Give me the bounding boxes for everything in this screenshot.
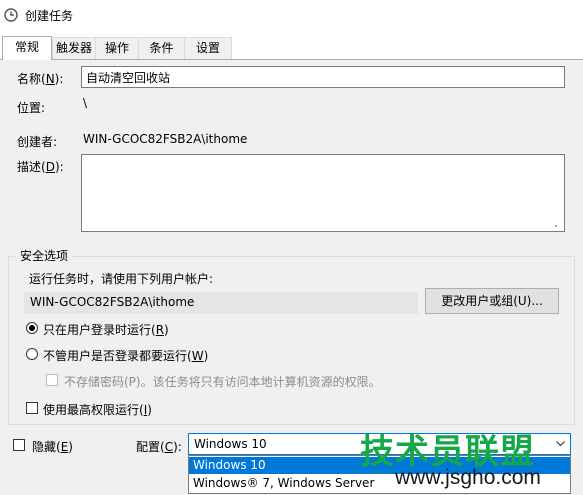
run-highest-privileges-checkbox[interactable] bbox=[26, 402, 38, 414]
do-not-store-password-label: 不存储密码(P)。该任务将只有访问本地计算机资源的权限。 bbox=[64, 375, 381, 389]
description-label: 描述(D): bbox=[17, 160, 64, 174]
radio-run-only-logged-on-label: 只在用户登录时运行(R) bbox=[43, 323, 169, 337]
watermark-url: www.jsgho.com bbox=[395, 466, 541, 489]
run-as-prompt: 运行任务时，请使用下列用户帐户: bbox=[29, 272, 214, 286]
name-label: 名称(N): bbox=[17, 72, 64, 86]
chevron-down-icon bbox=[556, 441, 565, 447]
task-scheduler-icon bbox=[4, 8, 18, 22]
tab-label: 操作 bbox=[104, 41, 129, 55]
hidden-checkbox[interactable] bbox=[13, 439, 25, 451]
tab-triggers[interactable]: 触发器 bbox=[52, 37, 96, 59]
configure-for-label: 配置(C): bbox=[136, 440, 182, 454]
author-value: WIN-GCOC82FSB2A\ithome bbox=[83, 132, 248, 146]
resize-grip-icon bbox=[555, 225, 557, 227]
location-value: \ bbox=[83, 96, 88, 110]
radio-run-whether-logged-on-label: 不管用户是否登录都要运行(W) bbox=[43, 349, 209, 363]
tab-label: 触发器 bbox=[55, 41, 92, 55]
user-account-field: WIN-GCOC82FSB2A\ithome bbox=[24, 292, 418, 314]
security-group-title: 安全选项 bbox=[16, 247, 73, 264]
author-label: 创建者: bbox=[17, 135, 58, 149]
window-title: 创建任务 bbox=[25, 9, 74, 23]
do-not-store-password-checkbox[interactable] bbox=[46, 374, 58, 386]
hidden-label: 隐藏(E) bbox=[32, 440, 73, 454]
configure-for-selected-value: Windows 10 bbox=[194, 437, 267, 451]
tab-label: 条件 bbox=[149, 41, 174, 55]
tab-settings[interactable]: 设置 bbox=[184, 37, 232, 59]
tab-general[interactable]: 常规 bbox=[2, 36, 52, 60]
location-label: 位置: bbox=[17, 101, 46, 115]
description-input[interactable] bbox=[81, 154, 565, 232]
tab-actions[interactable]: 操作 bbox=[95, 37, 139, 59]
tab-label: 常规 bbox=[14, 40, 39, 54]
run-highest-privileges-label: 使用最高权限运行(I) bbox=[43, 403, 152, 417]
radio-run-whether-logged-on[interactable] bbox=[26, 348, 38, 360]
tab-label: 设置 bbox=[195, 41, 220, 55]
tab-conditions[interactable]: 条件 bbox=[138, 37, 185, 59]
radio-run-only-logged-on[interactable] bbox=[26, 322, 38, 334]
name-input[interactable]: 自动清空回收站 bbox=[81, 66, 565, 88]
change-user-button[interactable]: 更改用户或组(U)... bbox=[425, 288, 559, 314]
title-bar: 创建任务 bbox=[0, 0, 583, 32]
